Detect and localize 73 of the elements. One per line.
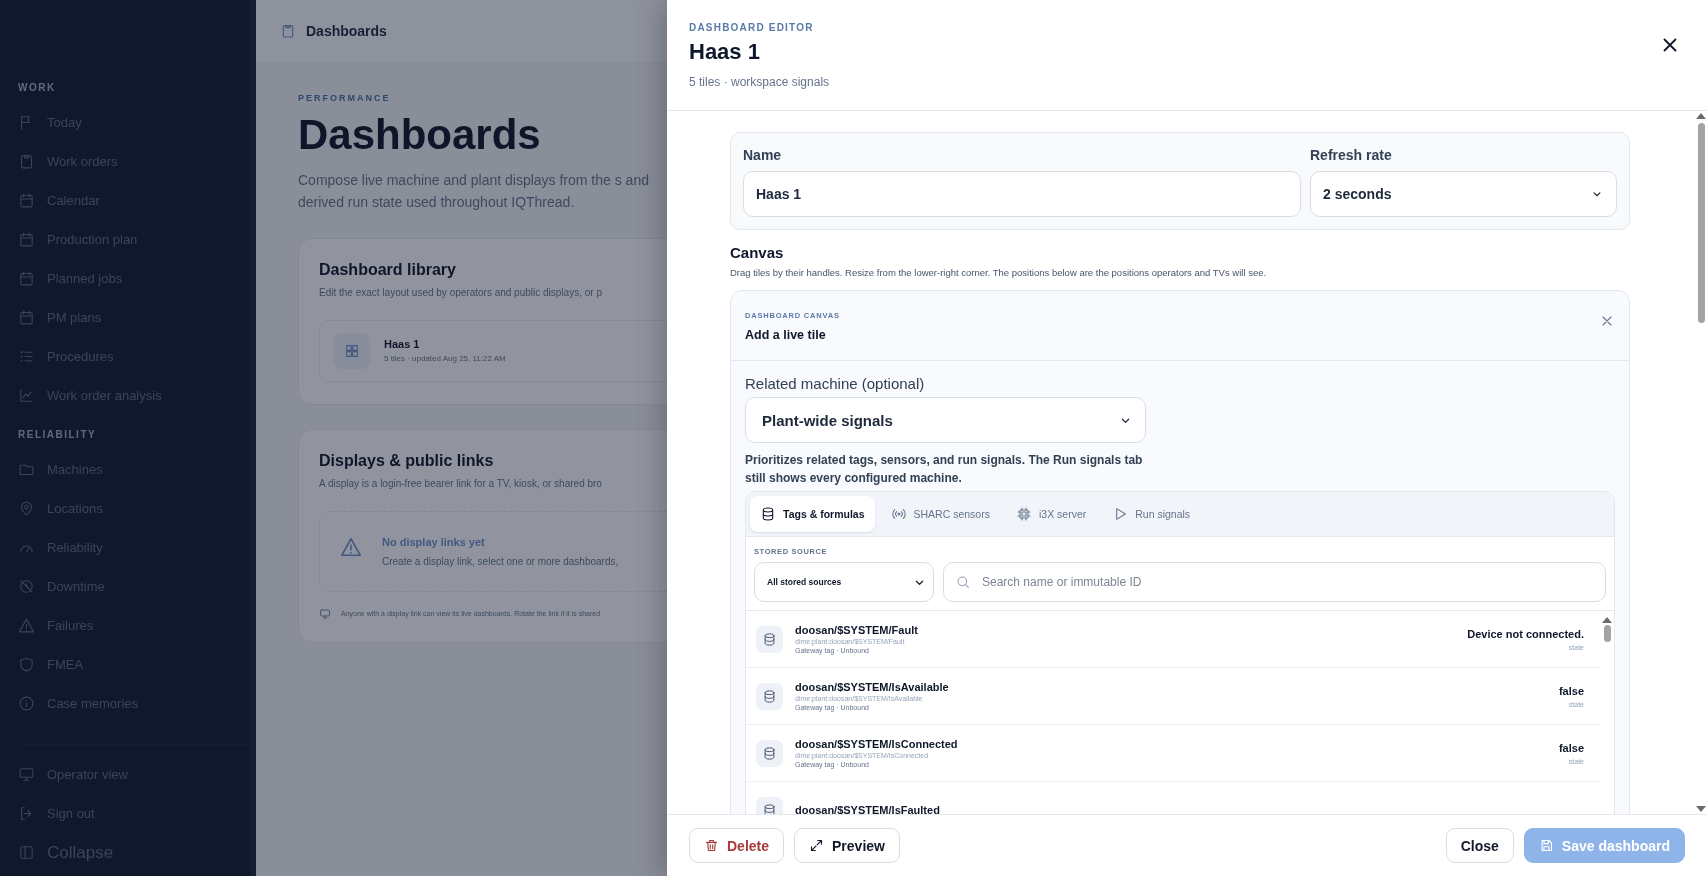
signal-value: Device not connected. — [1467, 627, 1584, 640]
calendar-icon — [18, 270, 35, 287]
clipboard-icon — [280, 23, 296, 39]
section-heading: RELIABILITY — [18, 429, 98, 440]
info-icon — [18, 695, 35, 712]
help-text: Prioritizes related tags, sensors, and run signals. The Run signals tab still shows every configured machine. — [745, 452, 1144, 487]
tab[interactable]: i3X server — [1005, 496, 1097, 532]
shield-icon — [18, 656, 35, 673]
name-field[interactable]: Haas 1 — [743, 171, 1301, 217]
line-chart-icon — [18, 387, 35, 404]
tab[interactable]: SHARC sensors — [880, 496, 1000, 532]
database-icon — [762, 688, 777, 704]
database-icon — [762, 631, 777, 647]
close-button[interactable]: Close — [1445, 828, 1514, 863]
scroll-down-icon[interactable] — [1696, 806, 1706, 812]
signal-name: doosan/$SYSTEM/IsFaulted — [795, 804, 941, 814]
section-title: Canvas — [730, 244, 785, 261]
scrollbar-thumb[interactable] — [1697, 123, 1705, 323]
warning-icon — [340, 535, 362, 558]
sidebar-panel-icon — [18, 844, 35, 861]
panel-title: Add a live tile — [745, 328, 827, 342]
warning-icon — [18, 617, 35, 634]
field-label: Name — [743, 147, 783, 163]
monitor-icon — [319, 607, 331, 620]
save-icon — [1538, 838, 1554, 853]
tab[interactable]: Tags & formulas — [750, 496, 875, 532]
page-title: Dashboards — [298, 111, 541, 159]
signal-value: false — [1558, 741, 1584, 754]
tab[interactable]: Run signals — [1102, 496, 1201, 532]
card-description: A display is a login-free bearer link for a TV, kiosk, or shared bro — [319, 477, 602, 489]
clock-off-icon — [18, 578, 35, 595]
calendar-icon — [18, 309, 35, 326]
drawer-eyebrow: DASHBOARD EDITOR — [689, 22, 815, 33]
signal-name: doosan/$SYSTEM/IsAvailable — [795, 681, 950, 693]
card-title: Displays & public links — [319, 451, 494, 470]
search-field[interactable]: Search name or immutable ID — [943, 562, 1606, 602]
field-label: Related machine (optional) — [745, 375, 926, 392]
machine-select[interactable]: Plant-wide signals — [745, 397, 1146, 443]
drawer-title: Haas 1 — [689, 39, 761, 65]
page-description: Compose live machine and plant displays from the s and derived run state used throughout IQThread. — [298, 171, 650, 213]
map-pin-icon — [18, 500, 35, 517]
page-eyebrow: PERFORMANCE — [298, 93, 392, 103]
dashboard-meta: 5 tiles · updated Aug 25, 11:22 AM — [384, 354, 506, 364]
card-description: Edit the exact layout used by operators and public displays, or p — [319, 286, 602, 298]
database-icon — [762, 802, 777, 814]
trash-icon — [704, 838, 719, 853]
scrollbar-thumb[interactable] — [1603, 625, 1611, 642]
field-label: Refresh rate — [1310, 147, 1393, 163]
delete-button[interactable]: Delete — [689, 828, 785, 863]
clipboard-icon — [18, 153, 35, 170]
preview-button[interactable]: Preview — [794, 828, 900, 863]
database-icon — [762, 745, 777, 761]
empty-title: No display links yet — [382, 535, 486, 548]
expand-icon — [809, 838, 825, 853]
grid-icon — [344, 342, 360, 359]
chip-icon — [1015, 506, 1032, 522]
signal-value: false — [1558, 684, 1584, 697]
breadcrumb: Dashboards — [306, 23, 387, 39]
monitor-icon — [18, 766, 35, 783]
empty-text: Create a display link, select one or more dashboards, — [382, 555, 619, 567]
dashboard-name: Haas 1 — [384, 338, 421, 351]
signal-name: doosan/$SYSTEM/Fault — [795, 624, 919, 636]
card-title: Dashboard library — [319, 260, 456, 279]
database-icon — [760, 506, 776, 522]
section-heading: WORK — [18, 82, 57, 93]
refresh-rate-select[interactable]: 2 seconds — [1310, 171, 1617, 217]
source-select[interactable]: All stored sources — [754, 562, 934, 602]
drawer-subtitle: 5 tiles · workspace signals — [689, 75, 830, 89]
calendar-icon — [18, 192, 35, 209]
signal-name: doosan/$SYSTEM/IsConnected — [795, 738, 959, 750]
signal-waves-icon — [890, 506, 907, 522]
section-description: Drag tiles by their handles. Resize from the lower-right corner. The positions below are the positions operators and TVs will see. — [730, 267, 1268, 278]
calendar-icon — [18, 231, 35, 248]
